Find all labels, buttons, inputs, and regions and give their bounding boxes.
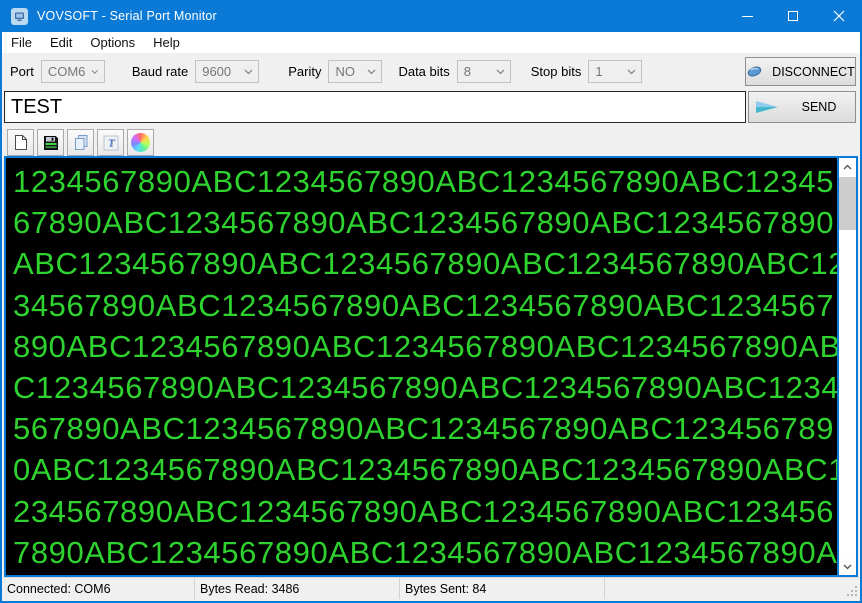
menu-options[interactable]: Options	[81, 33, 144, 52]
save-button[interactable]	[37, 129, 64, 156]
font-icon: TT	[103, 135, 118, 150]
send-arrow-icon	[755, 101, 778, 113]
font-button[interactable]: TT	[97, 129, 124, 156]
menu-bar: File Edit Options Help	[2, 32, 860, 53]
chevron-down-icon	[496, 69, 505, 74]
terminal-line: C1234567890ABC1234567890ABC1234567890ABC…	[13, 370, 837, 406]
connection-config-bar: Port COM6 Baud rate 9600 Parity NO Data …	[2, 53, 860, 90]
chevron-down-icon	[244, 69, 253, 74]
send-bar: SEND	[2, 90, 860, 127]
save-icon	[43, 135, 58, 150]
baud-rate-label: Baud rate	[131, 64, 189, 79]
send-label: SEND	[801, 100, 837, 114]
status-spacer	[605, 578, 860, 599]
data-bits-label: Data bits	[398, 64, 450, 79]
terminal-line: 34567890ABC1234567890ABC1234567890ABC123…	[13, 287, 835, 323]
menu-file[interactable]: File	[2, 33, 41, 52]
chevron-down-icon	[627, 69, 636, 74]
new-document-button[interactable]	[7, 129, 34, 156]
terminal-line: 0ABC1234567890ABC1234567890ABC1234567890…	[13, 452, 837, 488]
send-button[interactable]: SEND	[748, 91, 856, 123]
close-icon	[833, 10, 845, 22]
resize-grip[interactable]	[846, 585, 858, 597]
parity-label: Parity	[288, 64, 322, 79]
stop-bits-select[interactable]: 1	[588, 60, 643, 83]
status-connection: Connected: COM6	[2, 578, 195, 599]
baud-rate-select[interactable]: 9600	[195, 60, 260, 83]
window-controls	[724, 0, 860, 32]
chevron-up-icon	[843, 164, 852, 169]
chevron-down-icon	[91, 69, 99, 74]
minimize-icon	[741, 15, 753, 17]
port-label: Port	[10, 64, 34, 79]
terminal-line: 234567890ABC1234567890ABC1234567890ABC12…	[13, 493, 835, 529]
status-bar: Connected: COM6 Bytes Read: 3486 Bytes S…	[2, 577, 860, 599]
terminal-output[interactable]: 1234567890ABC1234567890ABC1234567890ABC1…	[6, 158, 837, 575]
chevron-down-icon	[843, 564, 852, 569]
status-bytes-read: Bytes Read: 3486	[195, 578, 400, 599]
terminal-line: 67890ABC1234567890ABC1234567890ABC123456…	[13, 205, 835, 241]
window-title: VOVSOFT - Serial Port Monitor	[37, 9, 217, 23]
copy-icon	[74, 135, 87, 150]
disconnect-label: DISCONNECT	[772, 64, 855, 79]
port-select[interactable]: COM6	[40, 60, 105, 83]
scrollbar-track[interactable]	[839, 175, 856, 558]
close-button[interactable]	[816, 0, 860, 32]
terminal-line: 7890ABC1234567890ABC1234567890ABC1234567…	[13, 534, 837, 570]
terminal-line: ABC1234567890ABC1234567890ABC1234567890A…	[13, 246, 837, 282]
connector-icon	[747, 66, 762, 77]
parity-select[interactable]: NO	[328, 60, 383, 83]
terminal-scrollbar[interactable]	[837, 158, 856, 575]
copy-button[interactable]	[67, 129, 94, 156]
menu-help[interactable]: Help	[144, 33, 189, 52]
icon-toolbar: TT	[2, 127, 860, 158]
menu-edit[interactable]: Edit	[41, 33, 81, 52]
colors-button[interactable]	[127, 129, 154, 156]
scroll-up-button[interactable]	[839, 158, 856, 175]
terminal-line: 890ABC1234567890ABC1234567890ABC12345678…	[13, 328, 837, 364]
stop-bits-label: Stop bits	[530, 64, 582, 79]
data-bits-select[interactable]: 8	[456, 60, 511, 83]
app-icon	[11, 7, 28, 25]
title-bar: VOVSOFT - Serial Port Monitor	[2, 0, 860, 32]
terminal-line: 1234567890ABC1234567890ABC1234567890ABC1…	[13, 164, 835, 199]
svg-text:T: T	[107, 137, 114, 149]
terminal-panel: 1234567890ABC1234567890ABC1234567890ABC1…	[4, 156, 858, 577]
scroll-down-button[interactable]	[839, 558, 856, 575]
colors-icon	[131, 133, 150, 152]
new-document-icon	[15, 135, 27, 150]
disconnect-button[interactable]: DISCONNECT	[745, 57, 856, 86]
terminal-line: 567890ABC1234567890ABC1234567890ABC12345…	[13, 411, 835, 447]
minimize-button[interactable]	[724, 0, 770, 32]
maximize-icon	[788, 11, 798, 21]
chevron-down-icon	[367, 69, 376, 74]
message-input[interactable]	[4, 91, 746, 123]
app-window: VOVSOFT - Serial Port Monitor File Edit …	[0, 0, 862, 603]
status-bytes-sent: Bytes Sent: 84	[400, 578, 605, 599]
scrollbar-thumb[interactable]	[839, 177, 856, 230]
maximize-button[interactable]	[770, 0, 816, 32]
